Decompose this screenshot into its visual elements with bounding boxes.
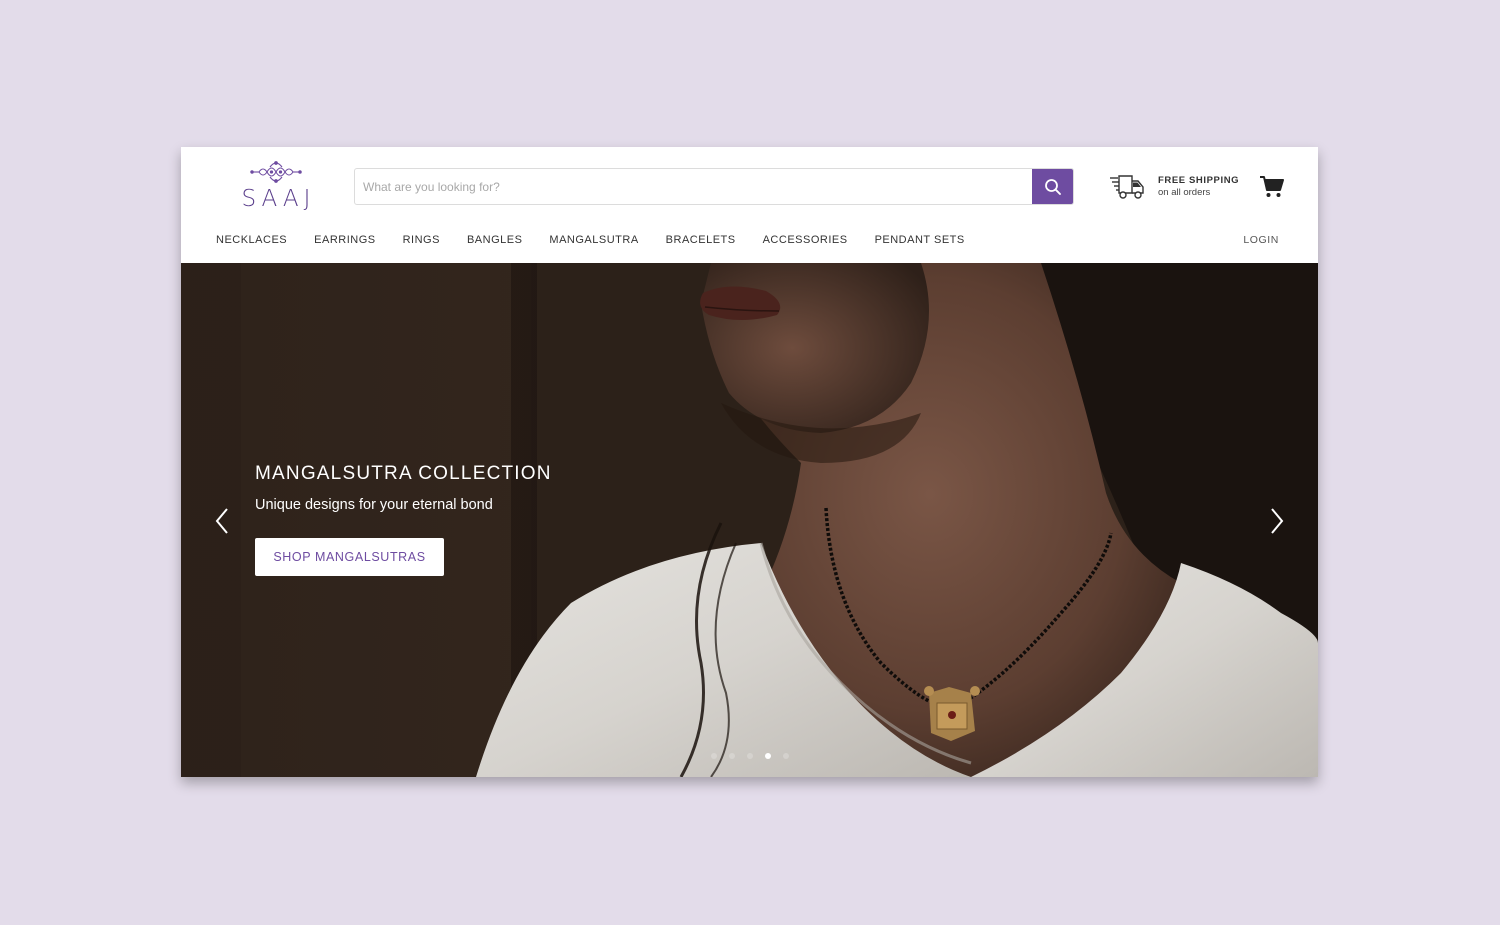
storefront-page: SAAJ What are you looking for? FREE SHIP… bbox=[181, 147, 1318, 777]
hero-photo bbox=[181, 263, 1318, 777]
delivery-truck-icon bbox=[1110, 175, 1144, 199]
logo-ornament-icon bbox=[250, 161, 302, 183]
hero-subtitle: Unique designs for your eternal bond bbox=[255, 497, 493, 513]
search-icon bbox=[1045, 178, 1061, 195]
carousel-next-button[interactable] bbox=[1265, 506, 1289, 536]
shipping-text: FREE SHIPPING on all orders bbox=[1158, 175, 1239, 199]
carousel-dot[interactable] bbox=[765, 753, 771, 759]
shop-mangalsutras-button[interactable]: SHOP MANGALSUTRAS bbox=[255, 538, 444, 576]
free-shipping-notice: FREE SHIPPING on all orders bbox=[1109, 173, 1239, 201]
site-header: SAAJ What are you looking for? FREE SHIP… bbox=[181, 147, 1318, 263]
carousel-prev-button[interactable] bbox=[210, 506, 234, 536]
nav-item-necklaces[interactable]: NECKLACES bbox=[216, 234, 287, 248]
chevron-right-icon bbox=[1271, 508, 1284, 534]
nav-item-accessories[interactable]: ACCESSORIES bbox=[763, 234, 848, 248]
hero-banner: MANGALSUTRA COLLECTION Unique designs fo… bbox=[181, 263, 1318, 777]
nav-item-bangles[interactable]: BANGLES bbox=[467, 234, 522, 248]
hero-title: MANGALSUTRA COLLECTION bbox=[255, 463, 552, 484]
shopping-cart-icon bbox=[1260, 176, 1284, 197]
carousel-dot[interactable] bbox=[729, 753, 735, 759]
search-input[interactable] bbox=[355, 169, 1032, 204]
search-button[interactable] bbox=[1032, 169, 1073, 204]
nav-item-rings[interactable]: RINGS bbox=[403, 234, 440, 248]
nav-item-bracelets[interactable]: BRACELETS bbox=[666, 234, 736, 248]
brand-logo[interactable]: SAAJ bbox=[233, 160, 319, 214]
shipping-title: FREE SHIPPING bbox=[1158, 175, 1240, 186]
chevron-left-icon bbox=[215, 508, 228, 534]
shipping-subtitle: on all orders bbox=[1158, 187, 1211, 198]
search-bar bbox=[354, 168, 1074, 205]
carousel-dot[interactable] bbox=[711, 753, 717, 759]
main-nav: NECKLACES EARRINGS RINGS BANGLES MANGALS… bbox=[216, 234, 992, 248]
login-link[interactable]: LOGIN bbox=[1243, 234, 1279, 246]
carousel-dots bbox=[711, 753, 801, 759]
nav-item-pendant-sets[interactable]: PENDANT SETS bbox=[875, 234, 965, 248]
carousel-dot[interactable] bbox=[783, 753, 789, 759]
brand-name: SAAJ bbox=[241, 186, 316, 212]
carousel-dot[interactable] bbox=[747, 753, 753, 759]
nav-item-earrings[interactable]: EARRINGS bbox=[314, 234, 375, 248]
nav-item-mangalsutra[interactable]: MANGALSUTRA bbox=[549, 234, 638, 248]
cart-button[interactable] bbox=[1259, 174, 1285, 200]
